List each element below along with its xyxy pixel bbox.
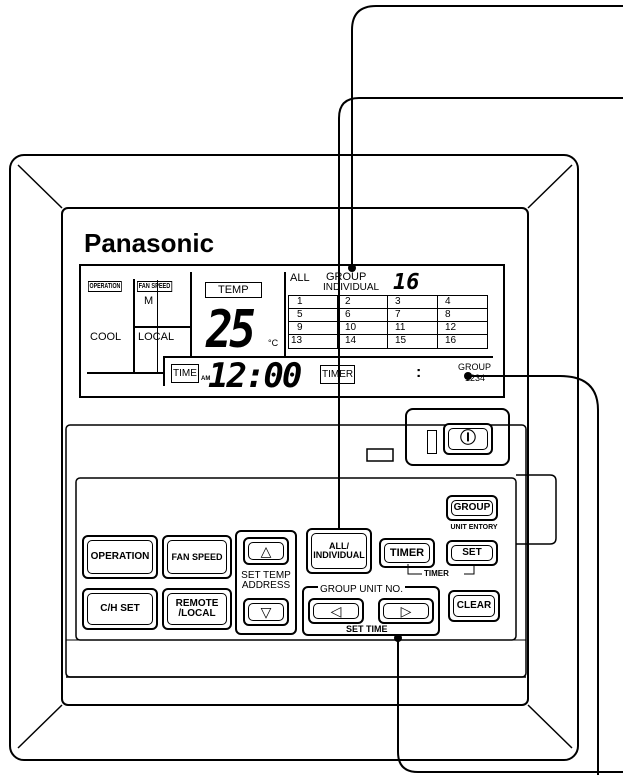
unit-cell: 3 <box>395 296 401 307</box>
operation-label: OPERATION <box>87 540 153 574</box>
individual-indicator: INDIVIDUAL <box>323 282 380 293</box>
up-arrow-icon: △ <box>248 542 284 560</box>
set-time-label: SET TIME <box>344 624 390 634</box>
control-mode-value: LOCAL <box>138 331 175 343</box>
diagram-lines <box>9 5 623 775</box>
timer-indicator: TIMER <box>320 365 356 384</box>
unit-cell: 14 <box>345 335 357 346</box>
unit-cell: 9 <box>297 322 303 333</box>
operation-indicator: OPERATION <box>88 281 122 292</box>
unit-cell: 8 <box>445 309 451 320</box>
fan-speed-value: M <box>144 295 154 307</box>
unit-cell: 12 <box>445 322 457 333</box>
group-unit-no-label: GROUP UNIT NO. <box>318 584 405 595</box>
all-individual-label: ALL/ INDIVIDUAL <box>311 533 367 569</box>
timer-label: TIMER <box>384 543 430 563</box>
group-number: 16 <box>393 270 420 295</box>
timer-bracket <box>407 564 475 575</box>
brand-logo: Panasonic <box>84 228 215 258</box>
temp-label: TEMP <box>205 282 262 298</box>
fan-speed-indicator: FAN SPEED <box>137 281 172 292</box>
left-arrow-icon: ◁ <box>313 603 359 619</box>
unit-cell: 16 <box>445 335 457 346</box>
unit-cell: 4 <box>445 296 451 307</box>
colon-indicator: : <box>416 364 422 381</box>
set-button[interactable]: SET <box>446 540 498 566</box>
temperature-unit: °C <box>268 338 279 348</box>
group-button[interactable]: GROUP <box>446 495 498 521</box>
group-code-label: GROUP <box>458 362 492 372</box>
clear-label: CLEAR <box>453 595 495 617</box>
lcd-divider <box>190 272 192 356</box>
lcd-divider <box>133 326 191 328</box>
clock-value: 12:00 <box>208 356 302 396</box>
remote-local-label: REMOTE /LOCAL <box>167 593 227 625</box>
temp-down-button[interactable]: ▽ <box>243 598 289 626</box>
power-button[interactable]: Ⓘ <box>443 423 493 455</box>
group-code-value: 1234 <box>465 373 486 383</box>
set-label: SET <box>451 545 493 561</box>
down-arrow-icon: ▽ <box>248 603 284 621</box>
power-icon: Ⓘ <box>448 428 488 450</box>
local-label: /LOCAL <box>178 608 216 619</box>
ch-set-label: C/H SET <box>87 593 153 625</box>
unit-cell: 13 <box>291 335 303 346</box>
fan-speed-button[interactable]: FAN SPEED <box>162 535 232 579</box>
unit-grid: 1 2 3 4 5 6 7 8 9 10 11 12 13 14 15 16 <box>288 295 488 349</box>
power-bezel: Ⓘ <box>405 408 510 466</box>
lcd-divider <box>163 356 165 386</box>
unit-cell: 10 <box>345 322 357 333</box>
all-indicator: ALL <box>290 272 310 284</box>
unit-cell: 2 <box>345 296 351 307</box>
lcd-divider <box>87 372 163 374</box>
all-individual-button[interactable]: ALL/ INDIVIDUAL <box>306 528 372 574</box>
unit-cell: 11 <box>395 322 406 333</box>
address-label: ADDRESS <box>241 580 291 591</box>
mode-value: COOL <box>90 331 122 343</box>
fan-speed-label: FAN SPEED <box>167 540 227 574</box>
temp-up-button[interactable]: △ <box>243 537 289 565</box>
right-arrow-icon: ▷ <box>383 603 429 619</box>
group-label: GROUP <box>451 500 493 516</box>
timer-bracket-label: TIMER <box>424 569 449 578</box>
time-indicator: TIME <box>171 364 199 383</box>
unit-cell: 5 <box>297 309 303 320</box>
individual-label: INDIVIDUAL <box>313 550 365 560</box>
ch-set-button[interactable]: C/H SET <box>82 588 158 630</box>
unit-cell: 15 <box>395 335 407 346</box>
operation-button[interactable]: OPERATION <box>82 535 158 579</box>
clear-button[interactable]: CLEAR <box>448 590 500 622</box>
temperature-value: 25 <box>206 300 256 360</box>
unit-cell: 7 <box>395 309 401 320</box>
right-arrow-button[interactable]: ▷ <box>378 598 434 624</box>
unit-cell: 1 <box>297 296 303 307</box>
lcd-divider <box>284 272 286 356</box>
power-led <box>427 430 437 454</box>
remote-local-button[interactable]: REMOTE /LOCAL <box>162 588 232 630</box>
left-arrow-button[interactable]: ◁ <box>308 598 364 624</box>
unit-entory-label: UNIT ENTORY <box>450 524 498 531</box>
unit-cell: 6 <box>345 309 351 320</box>
